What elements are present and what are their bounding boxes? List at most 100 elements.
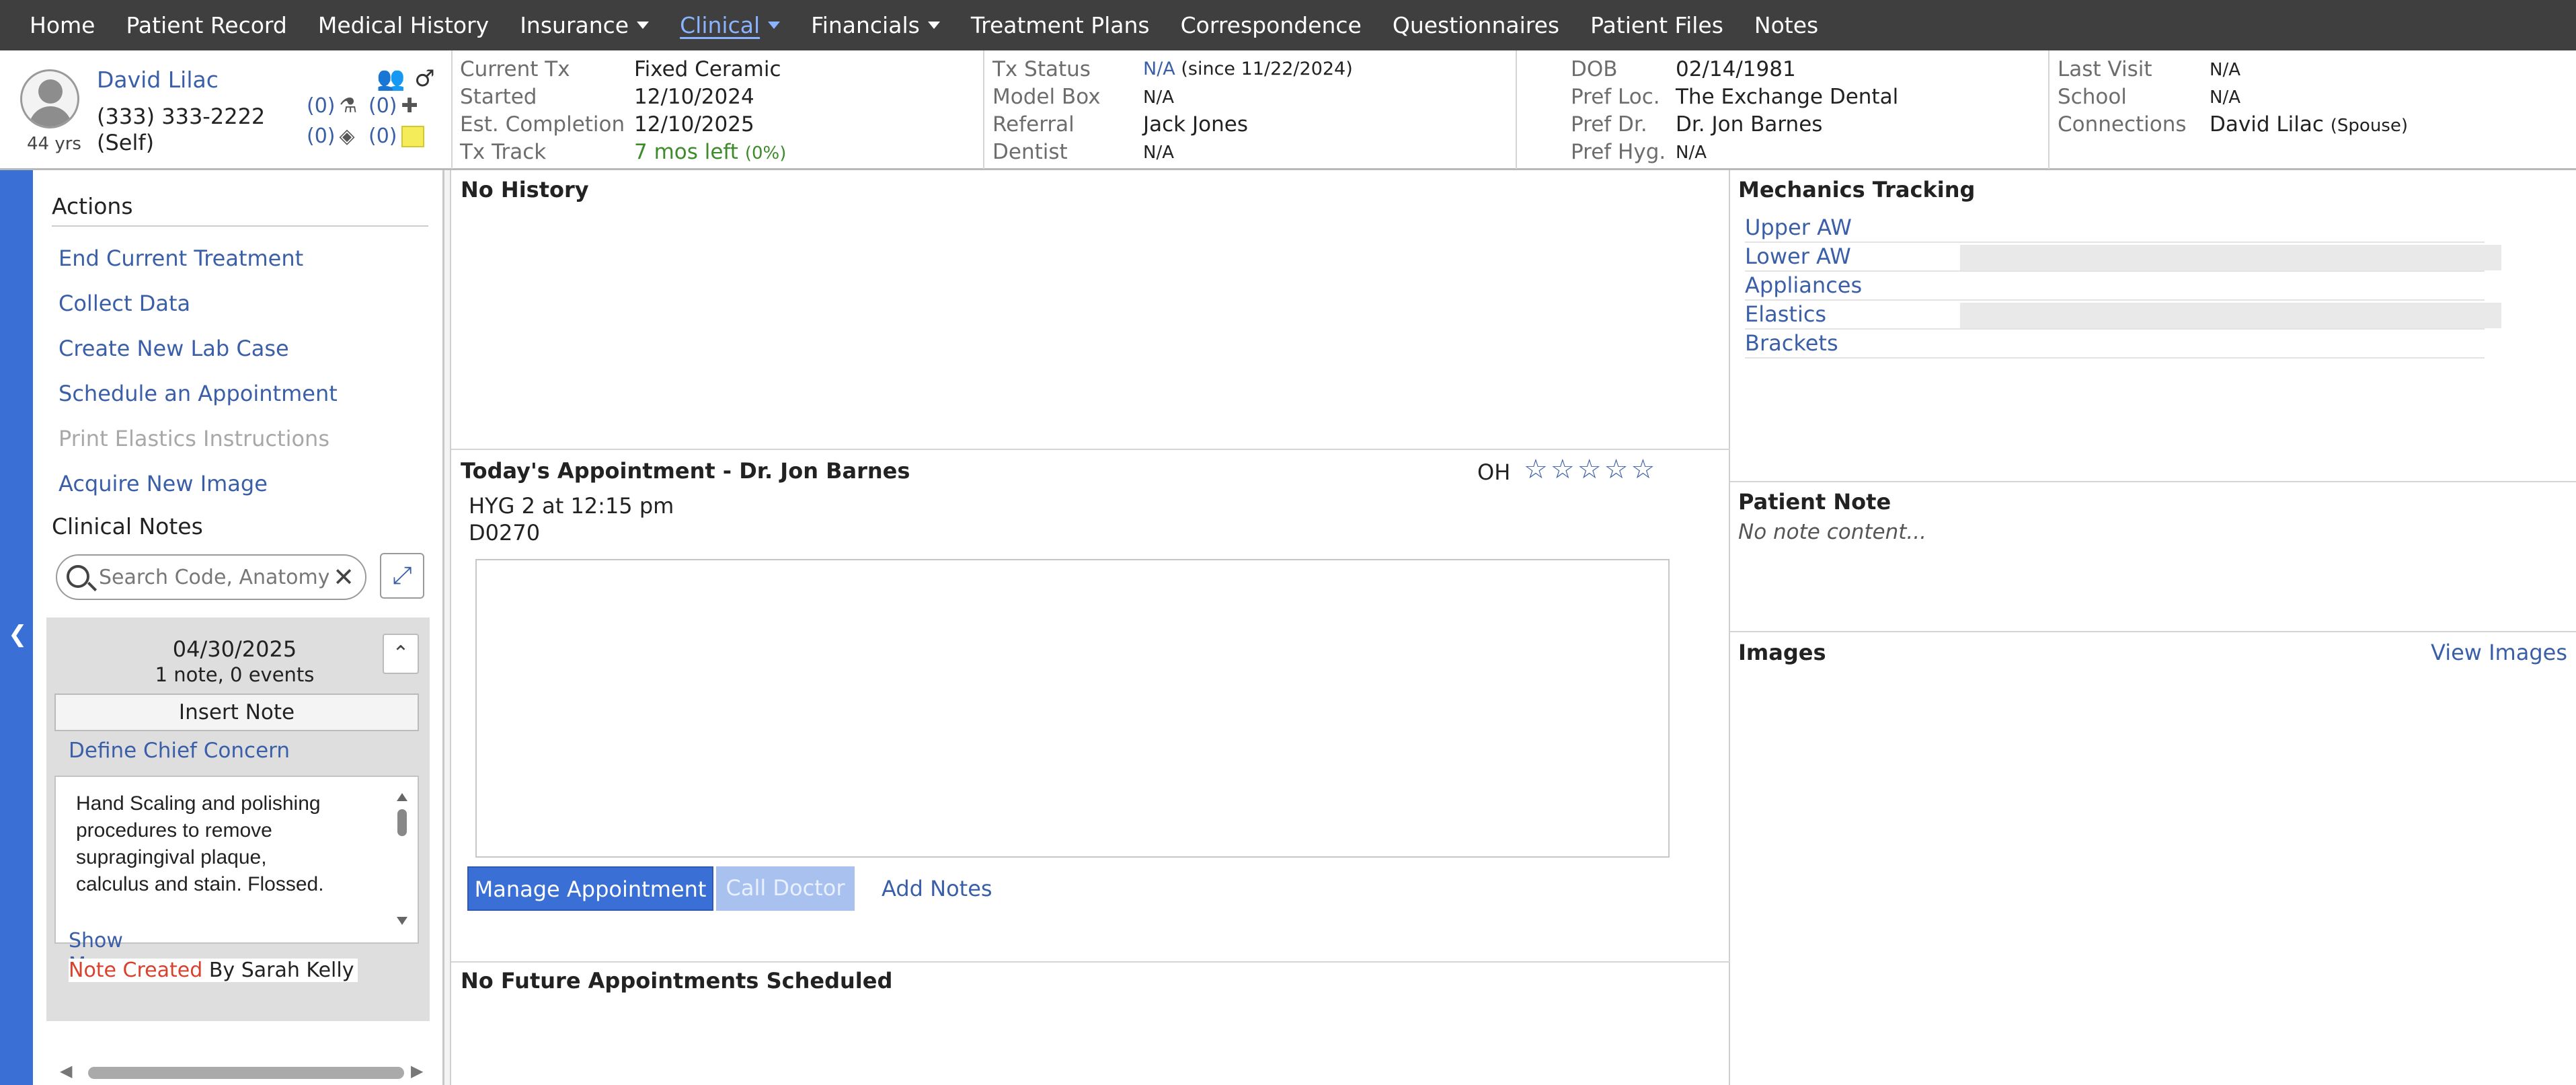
family-icon[interactable]: 👥 [377, 65, 405, 92]
brackets-link[interactable]: Brackets [1745, 330, 1838, 356]
panel-splitter[interactable]: ⋮ [444, 170, 465, 1085]
patient-phone: (333) 333-2222 [97, 104, 266, 129]
nav-questionnaires-label: Questionnaires [1392, 12, 1560, 38]
started-value: 12/10/2024 [634, 85, 754, 109]
notes-search-input[interactable]: Search Code, Anatomy ✕ [56, 554, 366, 600]
header-divider [983, 50, 984, 169]
connection-name[interactable]: David Lilac [2210, 112, 2324, 137]
scroll-left-icon[interactable]: ◀ [60, 1061, 72, 1080]
nav-medical-history[interactable]: Medical History [318, 12, 489, 38]
appointment-oh: OH [1477, 459, 1511, 485]
collapse-note-button[interactable]: ⌃ [383, 634, 419, 674]
add-notes-link[interactable]: Add Notes [882, 876, 992, 901]
connections-label: Connections [2058, 112, 2187, 137]
top-nav: Home Patient Record Medical History Insu… [0, 0, 2576, 50]
nav-questionnaires[interactable]: Questionnaires [1393, 12, 1559, 38]
rating-stars[interactable]: ☆☆☆☆☆ [1524, 454, 1657, 485]
nav-clinical[interactable]: Clinical [680, 12, 781, 38]
male-icon: ♂ [414, 65, 435, 92]
pref-hyg-value: N/A [1676, 143, 1707, 163]
images-title: Images [1738, 640, 1826, 665]
dob-label: DOB [1571, 57, 1618, 81]
nav-correspondence[interactable]: Correspondence [1181, 12, 1362, 38]
header-divider [451, 50, 453, 169]
insert-note-button[interactable]: Insert Note [54, 694, 419, 731]
nav-treatment-plans[interactable]: Treatment Plans [971, 12, 1150, 38]
horizontal-scrollbar[interactable]: ◀ ▶ [53, 1061, 430, 1082]
sidebar-collapse-strip[interactable]: ❮ [0, 170, 33, 1085]
elastics-link[interactable]: Elastics [1745, 301, 1826, 327]
note-scrollbar[interactable] [393, 789, 411, 929]
nav-home[interactable]: Home [30, 12, 95, 38]
end-current-treatment-link[interactable]: End Current Treatment [58, 246, 303, 271]
lower-aw-link[interactable]: Lower AW [1745, 244, 1851, 269]
mechanics-title: Mechanics Tracking [1738, 177, 1976, 202]
clinical-notes-title: Clinical Notes [52, 513, 203, 539]
lab-count[interactable]: (0) ⚗ [307, 94, 357, 118]
mechanics-row-brackets: Brackets [1745, 330, 2485, 359]
clear-search-icon[interactable]: ✕ [329, 562, 354, 592]
last-visit-value: N/A [2210, 60, 2240, 80]
last-visit-label: Last Visit [2058, 57, 2152, 81]
nav-patient-record[interactable]: Patient Record [126, 12, 286, 38]
patient-header: 44 yrs David Lilac (333) 333-2222 (Self)… [0, 50, 2576, 170]
lab-count-value: (0) [307, 94, 336, 118]
appliances-link[interactable]: Appliances [1745, 272, 1862, 298]
view-images-link[interactable]: View Images [2431, 640, 2567, 665]
history-title: No History [461, 177, 589, 202]
plus-icon: ✚ [401, 94, 418, 118]
tx-status-link[interactable]: N/A [1143, 59, 1175, 79]
expand-icon: ⤢ [392, 562, 412, 589]
notes-count[interactable]: (0) [368, 124, 424, 148]
avatar[interactable] [20, 69, 79, 128]
appointment-time: HYG 2 at 12:15 pm [469, 493, 674, 519]
scroll-right-icon[interactable]: ▶ [411, 1061, 423, 1080]
actions-divider [52, 225, 428, 227]
note-author: By Sarah Kelly [208, 959, 354, 982]
tags-count-value: (0) [307, 124, 336, 148]
nav-notes[interactable]: Notes [1754, 12, 1818, 38]
chevron-left-icon: ❮ [8, 621, 28, 648]
expand-notes-button[interactable]: ⤢ [380, 553, 424, 599]
chevron-up-icon: ⌃ [392, 642, 409, 665]
future-appointments-title: No Future Appointments Scheduled [461, 968, 893, 994]
tags-count[interactable]: (0) ◈ [307, 124, 355, 148]
upper-aw-link[interactable]: Upper AW [1745, 215, 1852, 240]
acquire-image-link[interactable]: Acquire New Image [58, 471, 268, 496]
manage-appointment-button[interactable]: Manage Appointment [467, 866, 713, 911]
define-chief-concern-link[interactable]: Define Chief Concern [69, 739, 290, 763]
create-lab-case-link[interactable]: Create New Lab Case [58, 336, 289, 361]
schedule-appointment-link[interactable]: Schedule an Appointment [58, 381, 338, 406]
appointment-title: Today's Appointment - Dr. Jon Barnes [461, 458, 910, 484]
header-divider [2048, 50, 2050, 169]
actions-panel: Actions End Current Treatment Collect Da… [33, 170, 444, 1085]
nav-insurance-label: Insurance [520, 12, 629, 38]
appointment-code: D0270 [469, 520, 541, 546]
appointment-notes-area[interactable] [475, 559, 1670, 858]
pref-dr-value: Dr. Jon Barnes [1676, 112, 1823, 137]
nav-patient-record-label: Patient Record [126, 12, 287, 38]
current-tx-value: Fixed Ceramic [634, 57, 781, 81]
search-icon [67, 565, 89, 588]
pref-hyg-label: Pref Hyg. [1571, 140, 1666, 164]
nav-financials[interactable]: Financials [811, 12, 940, 38]
med-count[interactable]: (0) ✚ [368, 94, 418, 118]
nav-patient-files[interactable]: Patient Files [1590, 12, 1723, 38]
tx-track-months: 7 mos left [634, 140, 738, 164]
nav-insurance[interactable]: Insurance [520, 12, 650, 38]
note-text: Hand Scaling and polishing procedures to… [76, 792, 324, 895]
note-text-box[interactable]: Hand Scaling and polishing procedures to… [54, 776, 419, 944]
started-label: Started [460, 85, 537, 109]
note-created: Note Created By Sarah Kelly [69, 959, 358, 982]
flask-icon: ⚗ [339, 94, 358, 118]
elastics-bar [1960, 303, 2501, 328]
tag-icon: ◈ [339, 124, 355, 148]
collect-data-link[interactable]: Collect Data [58, 291, 190, 316]
tx-track-label: Tx Track [460, 140, 547, 164]
notes-count-value: (0) [368, 124, 397, 148]
caret-down-icon [768, 22, 781, 29]
patient-name-link[interactable]: David Lilac [97, 67, 219, 93]
nav-notes-label: Notes [1754, 12, 1819, 38]
model-box-label: Model Box [992, 85, 1101, 109]
scroll-thumb[interactable] [88, 1067, 404, 1079]
